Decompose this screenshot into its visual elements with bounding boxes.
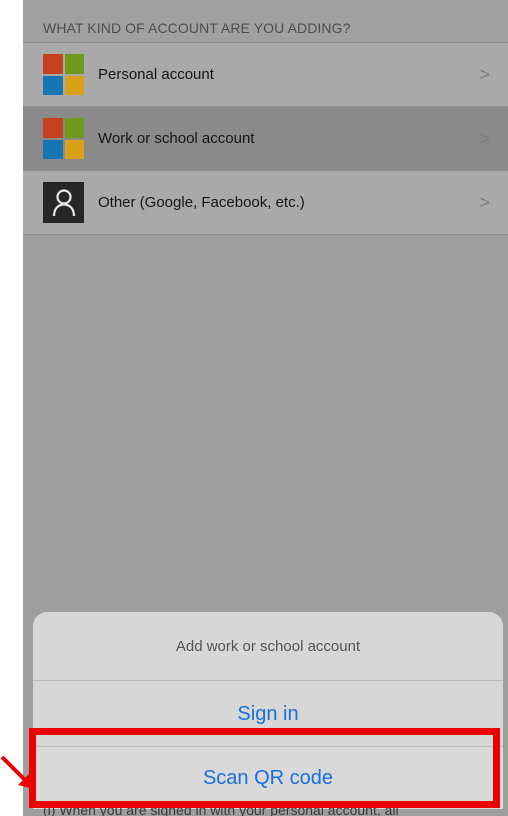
work-school-account-row[interactable]: Work or school account > [23, 106, 508, 170]
scan-qr-container: Scan QR code [33, 746, 503, 809]
chevron-right-icon: > [479, 128, 490, 148]
action-sheet: Add work or school account Sign in [33, 612, 503, 746]
other-account-label: Other (Google, Facebook, etc.) [98, 194, 305, 211]
pointer-arrow-icon [0, 755, 34, 789]
account-type-list: Personal account > Work or school accoun… [23, 42, 508, 235]
personal-account-label: Personal account [98, 66, 214, 83]
scan-qr-code-button[interactable]: Scan QR code [33, 747, 503, 809]
sign-in-button[interactable]: Sign in [33, 681, 503, 746]
microsoft-logo-icon [43, 54, 84, 95]
footnote-text: (i) When you are signed in with your per… [43, 802, 399, 816]
chevron-right-icon: > [479, 192, 490, 212]
list-divider [23, 234, 508, 235]
work-school-account-label: Work or school account [98, 130, 255, 147]
app-screen: WHAT KIND OF ACCOUNT ARE YOU ADDING? Per… [23, 0, 508, 816]
action-sheet-title: Add work or school account [33, 612, 503, 681]
personal-account-row[interactable]: Personal account > [23, 42, 508, 106]
user-icon [43, 182, 84, 223]
other-account-row[interactable]: Other (Google, Facebook, etc.) > [23, 170, 508, 234]
chevron-right-icon: > [479, 64, 490, 84]
section-header: WHAT KIND OF ACCOUNT ARE YOU ADDING? [23, 0, 508, 42]
microsoft-logo-icon [43, 118, 84, 159]
